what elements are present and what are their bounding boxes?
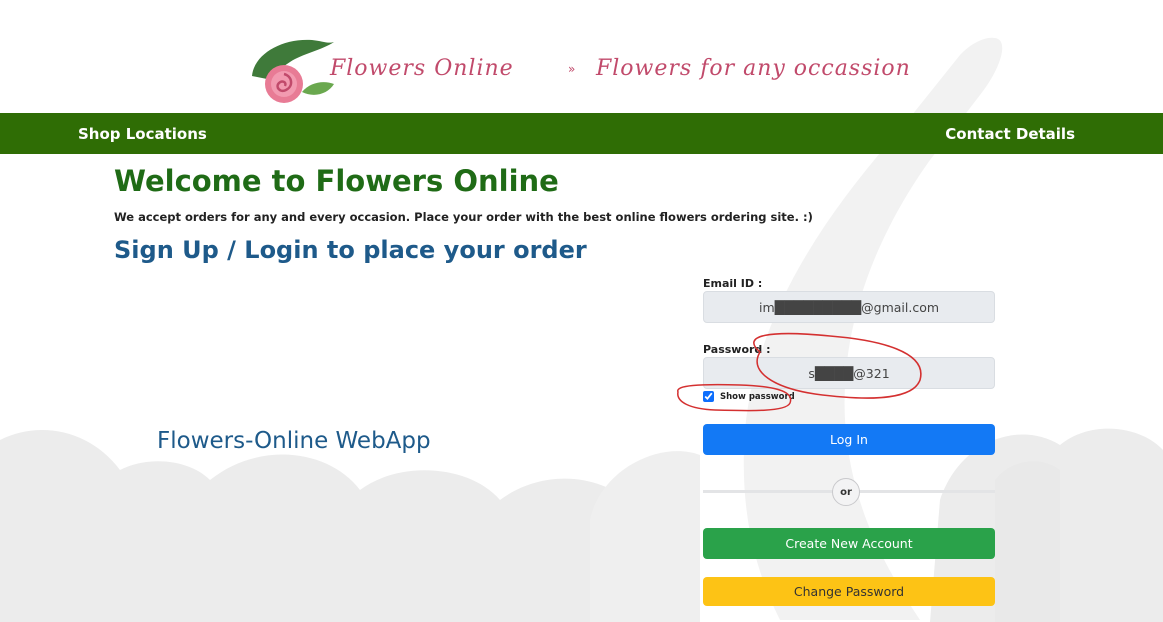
create-account-button[interactable]: Create New Account — [703, 528, 995, 559]
logo-separator: » — [568, 62, 576, 76]
top-navbar: Shop Locations Contact Details — [0, 113, 1163, 154]
login-button[interactable]: Log In — [703, 424, 995, 455]
welcome-subtitle: We accept orders for any and every occas… — [114, 210, 813, 224]
logo-tagline-text: Flowers for any occassion — [596, 56, 911, 81]
nav-contact-details-link[interactable]: Contact Details — [945, 125, 1075, 143]
change-password-button[interactable]: Change Password — [703, 577, 995, 606]
signup-heading: Sign Up / Login to place your order — [114, 236, 587, 264]
welcome-title: Welcome to Flowers Online — [114, 164, 559, 198]
password-field[interactable] — [703, 357, 995, 389]
show-password-checkbox[interactable] — [703, 391, 714, 402]
logo-brand-text: Flowers Online — [330, 56, 514, 81]
nav-shop-locations-link[interactable]: Shop Locations — [78, 125, 207, 143]
password-label: Password : — [703, 343, 771, 356]
webapp-label: Flowers-Online WebApp — [157, 428, 431, 454]
or-badge: or — [832, 478, 860, 506]
email-field[interactable] — [703, 291, 995, 323]
show-password-label: Show password — [720, 391, 795, 402]
rose-logo-icon — [252, 39, 334, 103]
email-label: Email ID : — [703, 277, 763, 290]
show-password-toggle[interactable]: Show password — [703, 391, 795, 402]
site-logo-banner: Flowers Online » Flowers for any occassi… — [238, 36, 920, 104]
